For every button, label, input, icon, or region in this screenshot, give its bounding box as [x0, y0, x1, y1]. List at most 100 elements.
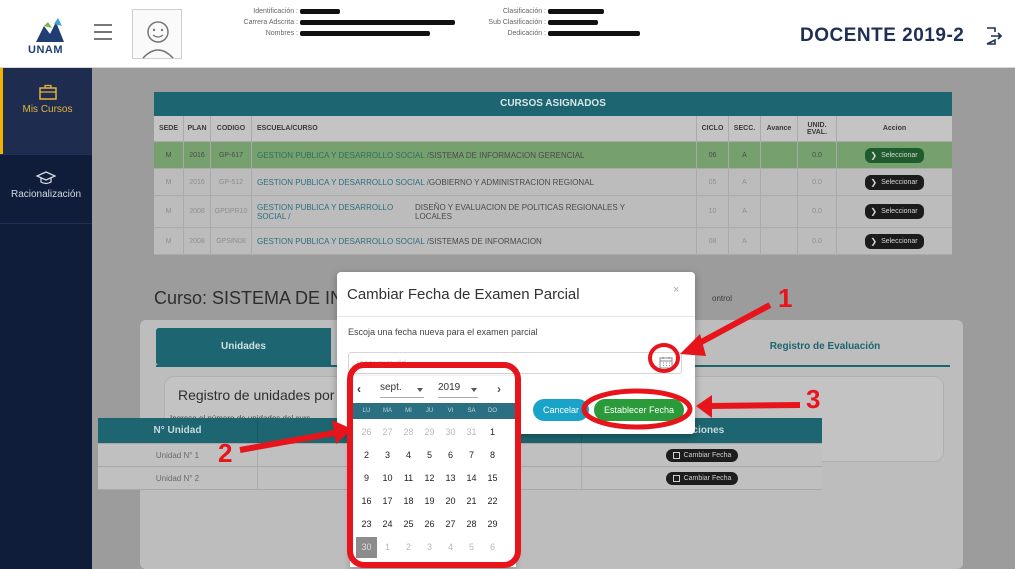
calendar-day[interactable]: 25 — [398, 514, 419, 535]
seleccionar-button[interactable]: ❯ Seleccionar — [865, 147, 924, 163]
calendar-day[interactable]: 10 — [377, 468, 398, 489]
registro-title: Registro de unidades por c — [178, 387, 346, 403]
column-header: SECC. — [729, 116, 761, 141]
calendar-day[interactable]: 20 — [440, 491, 461, 512]
sub-clasificacion-redacted — [548, 20, 598, 25]
sidebar-item-label: Racionalización — [10, 189, 82, 200]
calendar-day[interactable]: 12 — [419, 468, 440, 489]
calendar-day[interactable]: 26 — [419, 514, 440, 535]
cambiar-fecha-button[interactable]: Cambiar Fecha — [665, 471, 739, 485]
calendar-day[interactable]: 6 — [482, 537, 503, 558]
calendar-day[interactable]: 19 — [419, 491, 440, 512]
calendar-day[interactable]: 21 — [461, 491, 482, 512]
calendar-day[interactable]: 24 — [377, 514, 398, 535]
calendar-day[interactable]: 23 — [356, 514, 377, 535]
calendar-day[interactable]: 11 — [398, 468, 419, 489]
calendar-day[interactable]: 2 — [356, 445, 377, 466]
cell-unid: 0.0 — [798, 196, 837, 227]
seleccionar-button[interactable]: ❯ Seleccionar — [865, 233, 924, 249]
escuela-link[interactable]: GESTION PUBLICA Y DESARROLLO SOCIAL / — [257, 203, 407, 221]
calendar-day[interactable]: 1 — [482, 422, 503, 443]
identificacion-label: Identificación : — [253, 8, 298, 15]
calendar-day[interactable]: 3 — [377, 445, 398, 466]
cell-avance — [761, 228, 798, 254]
cell-acciones: Cambiar Fecha — [582, 444, 822, 466]
sidebar-item-racionalizacion[interactable]: Racionalización — [0, 154, 92, 224]
calendar-day[interactable]: 16 — [356, 491, 377, 512]
calendar-day[interactable]: 27 — [440, 514, 461, 535]
calendar-day[interactable]: 1 — [377, 537, 398, 558]
weekday-label: DO — [488, 408, 497, 414]
next-month-icon[interactable]: › — [497, 382, 501, 396]
curso-name: DISEÑO Y EVALUACION DE POLITICAS REGIONA… — [415, 202, 625, 221]
calendar-day[interactable]: 9 — [356, 468, 377, 489]
calendar-day[interactable]: 4 — [398, 445, 419, 466]
calendar-day[interactable]: 18 — [398, 491, 419, 512]
cell-codigo: GPSIN08 — [211, 228, 252, 254]
annotation-label-1: 1 — [778, 283, 793, 313]
calendar-icon[interactable] — [659, 356, 673, 369]
escuela-link[interactable]: GESTION PUBLICA Y DESARROLLO SOCIAL / — [257, 178, 429, 187]
cell-accion: ❯ Seleccionar — [837, 228, 952, 254]
calendar-day[interactable]: 26 — [356, 422, 377, 443]
prev-month-icon[interactable]: ‹ — [357, 382, 361, 396]
tab-unidades[interactable]: Unidades — [156, 328, 331, 365]
calendar-day[interactable]: 2 — [398, 537, 419, 558]
calendar-day[interactable]: 29 — [482, 514, 503, 535]
calendar-day[interactable]: 13 — [440, 468, 461, 489]
annotation-label-3: 3 — [806, 384, 821, 414]
cell-ciclo: 06 — [697, 142, 729, 168]
seleccionar-button[interactable]: ❯ Seleccionar — [865, 174, 924, 190]
escuela-link[interactable]: GESTION PUBLICA Y DESARROLLO SOCIAL / — [257, 151, 429, 160]
sidebar-item-mis-cursos[interactable]: Mis Cursos — [0, 68, 92, 154]
year-select[interactable]: 2019 — [438, 382, 478, 398]
cancel-button[interactable]: Cancelar — [533, 399, 589, 421]
month-select[interactable]: sept. — [380, 382, 424, 398]
tab-registro-evaluacion[interactable]: Registro de Evaluación — [700, 328, 950, 365]
calendar-day[interactable]: 31 — [461, 422, 482, 443]
calendar-day[interactable]: 4 — [440, 537, 461, 558]
cell-sede: M — [154, 228, 184, 254]
table-row: M 2016 GP-512 GESTION PUBLICA Y DESARROL… — [154, 169, 952, 196]
calendar-day[interactable]: 27 — [377, 422, 398, 443]
column-header: CODIGO — [211, 116, 252, 141]
calendar-day[interactable]: 6 — [440, 445, 461, 466]
calendar-icon — [672, 451, 680, 459]
calendar-day[interactable]: 5 — [461, 537, 482, 558]
cambiar-fecha-button[interactable]: Cambiar Fecha — [665, 448, 739, 462]
cell-avance — [761, 169, 798, 195]
seleccionar-label: Seleccionar — [881, 237, 918, 245]
establecer-fecha-button[interactable]: Establecer Fecha — [594, 399, 684, 421]
seleccionar-button[interactable]: ❯ Seleccionar — [865, 204, 924, 219]
carrera-redacted — [300, 20, 455, 25]
calendar-day[interactable]: 7 — [461, 445, 482, 466]
calendar-day[interactable]: 3 — [419, 537, 440, 558]
cell-unid: 0.0 — [798, 169, 837, 195]
calendar-day[interactable]: 30 — [440, 422, 461, 443]
calendar-day[interactable]: 22 — [482, 491, 503, 512]
cell-acciones: Cambiar Fecha — [582, 467, 822, 489]
column-header: Accion — [882, 125, 907, 132]
calendar-day[interactable]: 30 — [356, 537, 377, 558]
cell-curso: GESTION PUBLICA Y DESARROLLO SOCIAL / SIS… — [252, 228, 697, 254]
hamburger-icon[interactable] — [94, 24, 112, 40]
year-value: 2019 — [438, 382, 461, 393]
weekday-header: LU MA MI JU VI SA DO — [350, 403, 516, 419]
column-header: ESCUELA/CURSO — [252, 116, 697, 141]
escuela-link[interactable]: GESTION PUBLICA Y DESARROLLO SOCIAL / — [257, 237, 429, 246]
calendar-day[interactable]: 15 — [482, 468, 503, 489]
cell-codigo: GP-617 — [211, 142, 252, 168]
calendar-day[interactable]: 17 — [377, 491, 398, 512]
calendar-day[interactable]: 29 — [419, 422, 440, 443]
logout-icon[interactable] — [985, 26, 1003, 46]
calendar-day[interactable]: 28 — [398, 422, 419, 443]
calendar-day[interactable]: 5 — [419, 445, 440, 466]
cell-plan: 2008 — [184, 196, 211, 227]
calendar-day[interactable]: 8 — [482, 445, 503, 466]
cell-ciclo: 08 — [697, 228, 729, 254]
calendar-day[interactable]: 28 — [461, 514, 482, 535]
close-icon[interactable]: × — [673, 284, 679, 296]
date-input[interactable]: yyyy-mm-dd — [348, 352, 682, 374]
sidebar: Mis Cursos Racionalización — [0, 68, 92, 569]
calendar-day[interactable]: 14 — [461, 468, 482, 489]
